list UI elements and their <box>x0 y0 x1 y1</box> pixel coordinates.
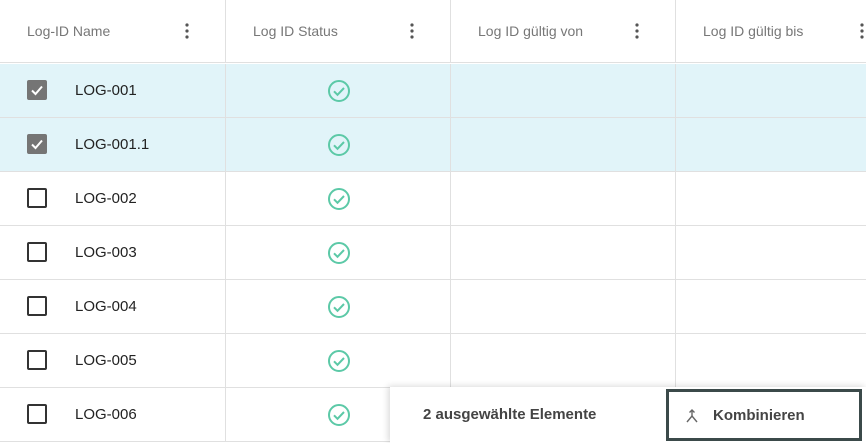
name-cell: LOG-001 <box>0 64 226 117</box>
log-id-name: LOG-003 <box>75 244 137 261</box>
valid-from-cell <box>451 334 676 387</box>
status-cell <box>226 334 451 387</box>
log-id-name: LOG-006 <box>75 406 137 423</box>
combine-button-label: Kombinieren <box>713 407 805 424</box>
row-checkbox[interactable] <box>27 296 47 316</box>
table-row[interactable]: LOG-001.1 <box>0 118 866 172</box>
check-circle-icon <box>327 349 351 373</box>
table-row[interactable]: LOG-004 <box>0 280 866 334</box>
valid-to-cell <box>676 118 866 171</box>
name-cell: LOG-003 <box>0 226 226 279</box>
table-row[interactable]: LOG-001 <box>0 64 866 118</box>
row-checkbox[interactable] <box>27 134 47 154</box>
valid-from-cell <box>451 226 676 279</box>
status-cell <box>226 118 451 171</box>
check-circle-icon <box>327 79 351 103</box>
column-header-label: Log ID gültig bis <box>703 23 804 39</box>
table-row[interactable]: LOG-005 <box>0 334 866 388</box>
log-id-name: LOG-005 <box>75 352 137 369</box>
status-cell <box>226 172 451 225</box>
valid-from-cell <box>451 64 676 117</box>
log-id-name: LOG-004 <box>75 298 137 315</box>
valid-to-cell <box>676 226 866 279</box>
checkmark-icon <box>31 85 43 96</box>
selection-toolbar: 2 ausgewählte Elemente Kombinieren <box>390 387 866 443</box>
row-checkbox[interactable] <box>27 404 47 424</box>
column-header-label: Log ID gültig von <box>478 23 584 39</box>
table-row[interactable]: LOG-003 <box>0 226 866 280</box>
name-cell: LOG-006 <box>0 388 226 441</box>
valid-to-cell <box>676 172 866 225</box>
column-header-label: Log ID Status <box>253 23 338 39</box>
check-circle-icon <box>327 295 351 319</box>
valid-to-cell <box>676 64 866 117</box>
status-cell <box>226 280 451 333</box>
selection-count: 2 ausgewählte Elemente <box>423 406 597 423</box>
name-cell: LOG-002 <box>0 172 226 225</box>
log-id-name: LOG-001.1 <box>75 136 150 153</box>
row-checkbox[interactable] <box>27 350 47 370</box>
log-id-name: LOG-001 <box>75 82 137 99</box>
check-circle-icon <box>327 403 351 427</box>
row-checkbox[interactable] <box>27 242 47 262</box>
valid-from-cell <box>451 118 676 171</box>
valid-from-cell <box>451 172 676 225</box>
column-menu-icon[interactable] <box>402 21 422 41</box>
column-header-valid-from[interactable]: Log ID gültig von <box>451 0 676 63</box>
column-header-status[interactable]: Log ID Status <box>226 0 451 63</box>
status-cell <box>226 226 451 279</box>
valid-to-cell <box>676 280 866 333</box>
column-header-valid-to[interactable]: Log ID gültig bis <box>676 0 866 63</box>
row-checkbox[interactable] <box>27 188 47 208</box>
column-menu-icon[interactable] <box>177 21 197 41</box>
column-header-name[interactable]: Log-ID Name <box>0 0 226 63</box>
checkmark-icon <box>31 139 43 150</box>
column-header-label: Log-ID Name <box>27 23 111 39</box>
grid-header: Log-ID Name Log ID Status Log ID gültig … <box>0 0 866 63</box>
name-cell: LOG-001.1 <box>0 118 226 171</box>
check-circle-icon <box>327 241 351 265</box>
check-circle-icon <box>327 133 351 157</box>
name-cell: LOG-005 <box>0 334 226 387</box>
name-cell: LOG-004 <box>0 280 226 333</box>
combine-button[interactable]: Kombinieren <box>666 389 862 441</box>
row-checkbox[interactable] <box>27 80 47 100</box>
column-menu-icon[interactable] <box>852 21 866 41</box>
status-cell <box>226 64 451 117</box>
log-id-grid: Log-ID Name Log ID Status Log ID gültig … <box>0 0 866 443</box>
valid-to-cell <box>676 334 866 387</box>
valid-from-cell <box>451 280 676 333</box>
check-circle-icon <box>327 187 351 211</box>
log-id-name: LOG-002 <box>75 190 137 207</box>
table-row[interactable]: LOG-002 <box>0 172 866 226</box>
merge-icon <box>684 408 700 424</box>
column-menu-icon[interactable] <box>627 21 647 41</box>
